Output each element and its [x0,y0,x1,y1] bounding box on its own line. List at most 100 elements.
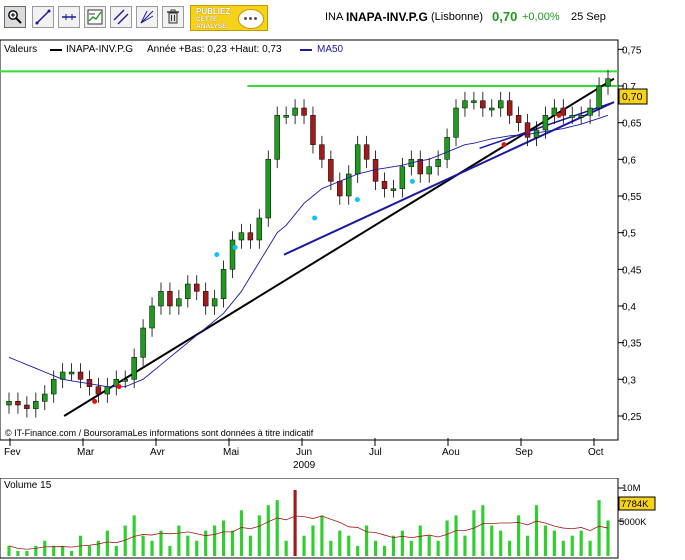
candle-body [149,305,155,329]
candle-body [399,166,406,189]
touch-marker [92,398,98,404]
x-tick-label: Oct [588,447,604,458]
volume-bar [561,540,565,556]
candle-body [176,298,182,307]
candle-body [202,291,209,307]
volume-bar [436,540,440,556]
volume-bar [257,515,261,556]
volume-bar [517,515,521,556]
volume-bar [543,525,547,556]
candle-body [50,379,57,395]
volume-title: Volume 15 [4,480,52,491]
volume-bar [329,540,333,556]
candle-body [319,144,325,160]
volume-bar [16,550,20,556]
volume-bar [499,530,503,556]
x-tick-label: Sep [515,447,533,458]
candle-body [551,107,558,116]
candle-body [229,239,236,270]
x-tick-label: Mar [77,447,95,458]
volume-bar [284,540,288,556]
touch-marker [409,178,415,184]
volume-bar [463,535,467,556]
candle-body [185,283,191,299]
candle-body [337,181,343,197]
volume-bar [481,505,485,556]
candle-body [480,100,486,109]
volume-last-label: 7784K [621,499,649,510]
candle-body [444,137,450,160]
volume-bar [597,500,601,556]
candle-body [605,78,611,87]
volume-bar [114,545,118,556]
candle-body [247,232,254,241]
volume-bar [338,530,342,556]
candle-body [274,115,280,160]
volume-bar [105,530,109,556]
x-tick-label: Jul [369,447,382,458]
volume-bar [213,525,217,556]
volume-bar [588,540,592,556]
volume-bar [356,545,360,556]
volume-bar [427,535,431,556]
candle-body [578,115,584,118]
candle-body [265,159,271,219]
volume-bar [204,530,208,556]
copyright-note: © IT-Finance.com / BoursoramaLes informa… [5,428,314,438]
candle-body [587,107,593,116]
touch-markers [92,112,562,404]
volume-bar [70,550,74,556]
candle-body [524,122,531,138]
volume-bar [159,530,163,556]
candle-body [328,159,334,182]
volume-bar [472,510,476,556]
volume-bar [347,535,351,556]
y-tick-label: 0,55 [622,192,642,203]
y-tick-label: 0,75 [622,45,642,56]
volume-bar [454,515,458,556]
volume-bar [382,545,387,556]
volume-bar [221,520,226,556]
last-price-label: 0,70 [622,91,643,103]
candle-body [506,100,513,116]
volume-bar [508,540,512,556]
volume-bar [177,525,181,556]
y-tick-label: 0,25 [622,412,642,423]
volume-bar [168,545,172,556]
y-tick-label: 0,3 [622,375,636,386]
candle-body [158,291,164,307]
volume-bar [579,530,583,556]
candle-body [381,181,388,189]
candle-body [131,357,137,380]
candle-body [560,107,567,116]
y-tick-label: 0,65 [622,119,642,130]
candle-body [256,217,263,241]
price-chart[interactable]: 0,250,30,350,40,450,50,550,60,650,70,75 … [0,0,685,480]
volume-bar [373,540,378,556]
touch-marker [501,142,507,148]
volume-bar [186,535,190,556]
candle-body [211,298,218,307]
candle-body [140,327,146,358]
candle-body [95,386,102,395]
volume-chart[interactable]: Volume 15 10M 7784K 5000K [0,478,685,560]
candle-body [462,100,468,109]
candle-body [24,404,30,409]
volume-bar [195,540,199,556]
volume-bar [150,540,154,556]
volume-bar [570,535,574,556]
candle-body [42,393,48,402]
y-tick-label: 0,35 [622,339,642,350]
touch-marker [232,244,238,250]
volume-bar [418,525,422,556]
y-tick-label: 0,45 [622,265,642,276]
candle-body [426,166,432,175]
volume-bar [409,540,413,556]
candle-body [390,188,397,191]
candle-body [363,144,370,160]
x-tick-label: Fev [4,447,21,458]
volume-bar [87,545,92,556]
candle-body [238,232,245,241]
volume-bar [365,525,369,556]
volume-bar [248,535,252,556]
